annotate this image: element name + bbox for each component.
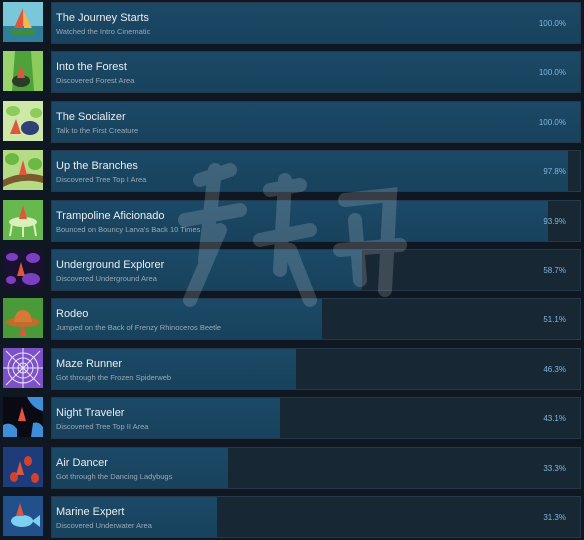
progress-bar: Trampoline Aficionado Bounced on Bouncy … [51, 199, 581, 242]
achievement-row[interactable]: The Socializer Talk to the First Creatur… [0, 99, 584, 145]
ladybugs-icon [3, 446, 43, 487]
achievement-percent: 46.3% [543, 364, 566, 374]
achievement-percent: 43.1% [543, 414, 566, 424]
achievement-row[interactable]: Marine Expert Discovered Underwater Area… [0, 494, 584, 540]
achievement-description: Got through the Frozen Spiderweb [56, 372, 172, 382]
achievement-percent: 93.9% [543, 216, 566, 226]
achievement-row[interactable]: Underground Explorer Discovered Undergro… [0, 247, 584, 293]
sailboat-icon [3, 2, 43, 42]
progress-fill [52, 299, 322, 340]
achievement-percent: 97.8% [543, 167, 566, 177]
achievement-percent: 58.7% [543, 266, 566, 275]
achievement-percent: 100.0% [538, 117, 566, 127]
achievement-description: Discovered Tree Top I Area [56, 175, 147, 185]
forest-icon [3, 51, 43, 92]
progress-bar: Night Traveler Discovered Tree Top II Ar… [51, 397, 581, 440]
achievement-description: Discovered Forest Area [56, 76, 135, 86]
achievement-description: Bounced on Bouncy Larva's Back 10 Times [56, 224, 201, 234]
achievement-description: Discovered Underwater Area [56, 521, 152, 530]
achievement-title: Night Traveler [56, 407, 125, 420]
achievement-row[interactable]: Air Dancer Got through the Dancing Ladyb… [0, 445, 584, 491]
progress-bar: Marine Expert Discovered Underwater Area… [51, 496, 581, 538]
progress-bar: Into the Forest Discovered Forest Area 1… [51, 51, 581, 94]
branches-icon [3, 150, 43, 191]
achievement-description: Discovered Tree Top II Area [56, 422, 149, 432]
achievement-percent: 100.0% [538, 19, 566, 28]
achievement-percent: 31.3% [543, 513, 566, 522]
achievement-title: Rodeo [56, 308, 89, 321]
fish-icon [3, 496, 43, 536]
achievement-title: Up the Branches [56, 160, 138, 173]
achievement-row[interactable]: Trampoline Aficionado Bounced on Bouncy … [0, 198, 584, 244]
achievement-percent: 51.1% [543, 315, 566, 325]
cowboy-hat-icon [3, 298, 43, 339]
achievement-title: Maze Runner [56, 357, 123, 370]
achievement-title: Underground Explorer [56, 259, 165, 271]
achievement-row[interactable]: Up the Branches Discovered Tree Top I Ar… [0, 148, 584, 194]
creature-icon [3, 100, 43, 141]
achievement-title: Into the Forest [56, 61, 127, 74]
progress-bar: Maze Runner Got through the Frozen Spide… [51, 347, 581, 390]
progress-fill [52, 52, 580, 93]
achievement-percent: 33.3% [543, 463, 566, 473]
achievement-description: Jumped on the Back of Frenzy Rhinoceros … [56, 323, 222, 333]
achievement-description: Watched the Intro Cinematic [56, 27, 151, 36]
progress-fill [52, 101, 580, 142]
achievement-title: Marine Expert [56, 506, 125, 518]
achievement-percent: 100.0% [538, 68, 566, 78]
underground-icon [3, 249, 43, 289]
achievement-title: Air Dancer [56, 456, 108, 469]
progress-bar: The Socializer Talk to the First Creatur… [51, 100, 581, 143]
achievement-title: The Socializer [56, 110, 126, 123]
achievement-description: Discovered Underground Area [56, 274, 157, 283]
progress-bar: The Journey Starts Watched the Intro Cin… [51, 2, 581, 44]
achievement-row[interactable]: Rodeo Jumped on the Back of Frenzy Rhino… [0, 296, 584, 342]
achievement-row[interactable]: Into the Forest Discovered Forest Area 1… [0, 49, 584, 95]
trampoline-icon [3, 199, 43, 240]
achievement-description: Talk to the First Creature [56, 125, 139, 135]
progress-bar: Rodeo Jumped on the Back of Frenzy Rhino… [51, 298, 581, 341]
spiderweb-icon [3, 347, 43, 388]
achievement-title: The Journey Starts [56, 12, 149, 24]
progress-bar: Underground Explorer Discovered Undergro… [51, 249, 581, 291]
achievement-row[interactable]: Night Traveler Discovered Tree Top II Ar… [0, 395, 584, 441]
achievement-description: Got through the Dancing Ladybugs [56, 471, 173, 481]
progress-bar: Up the Branches Discovered Tree Top I Ar… [51, 150, 581, 193]
achievement-row[interactable]: Maze Runner Got through the Frozen Spide… [0, 346, 584, 392]
achievement-row[interactable]: The Journey Starts Watched the Intro Cin… [0, 0, 584, 46]
night-icon [3, 397, 43, 438]
achievement-title: Trampoline Aficionado [56, 209, 165, 222]
progress-bar: Air Dancer Got through the Dancing Ladyb… [51, 446, 581, 489]
